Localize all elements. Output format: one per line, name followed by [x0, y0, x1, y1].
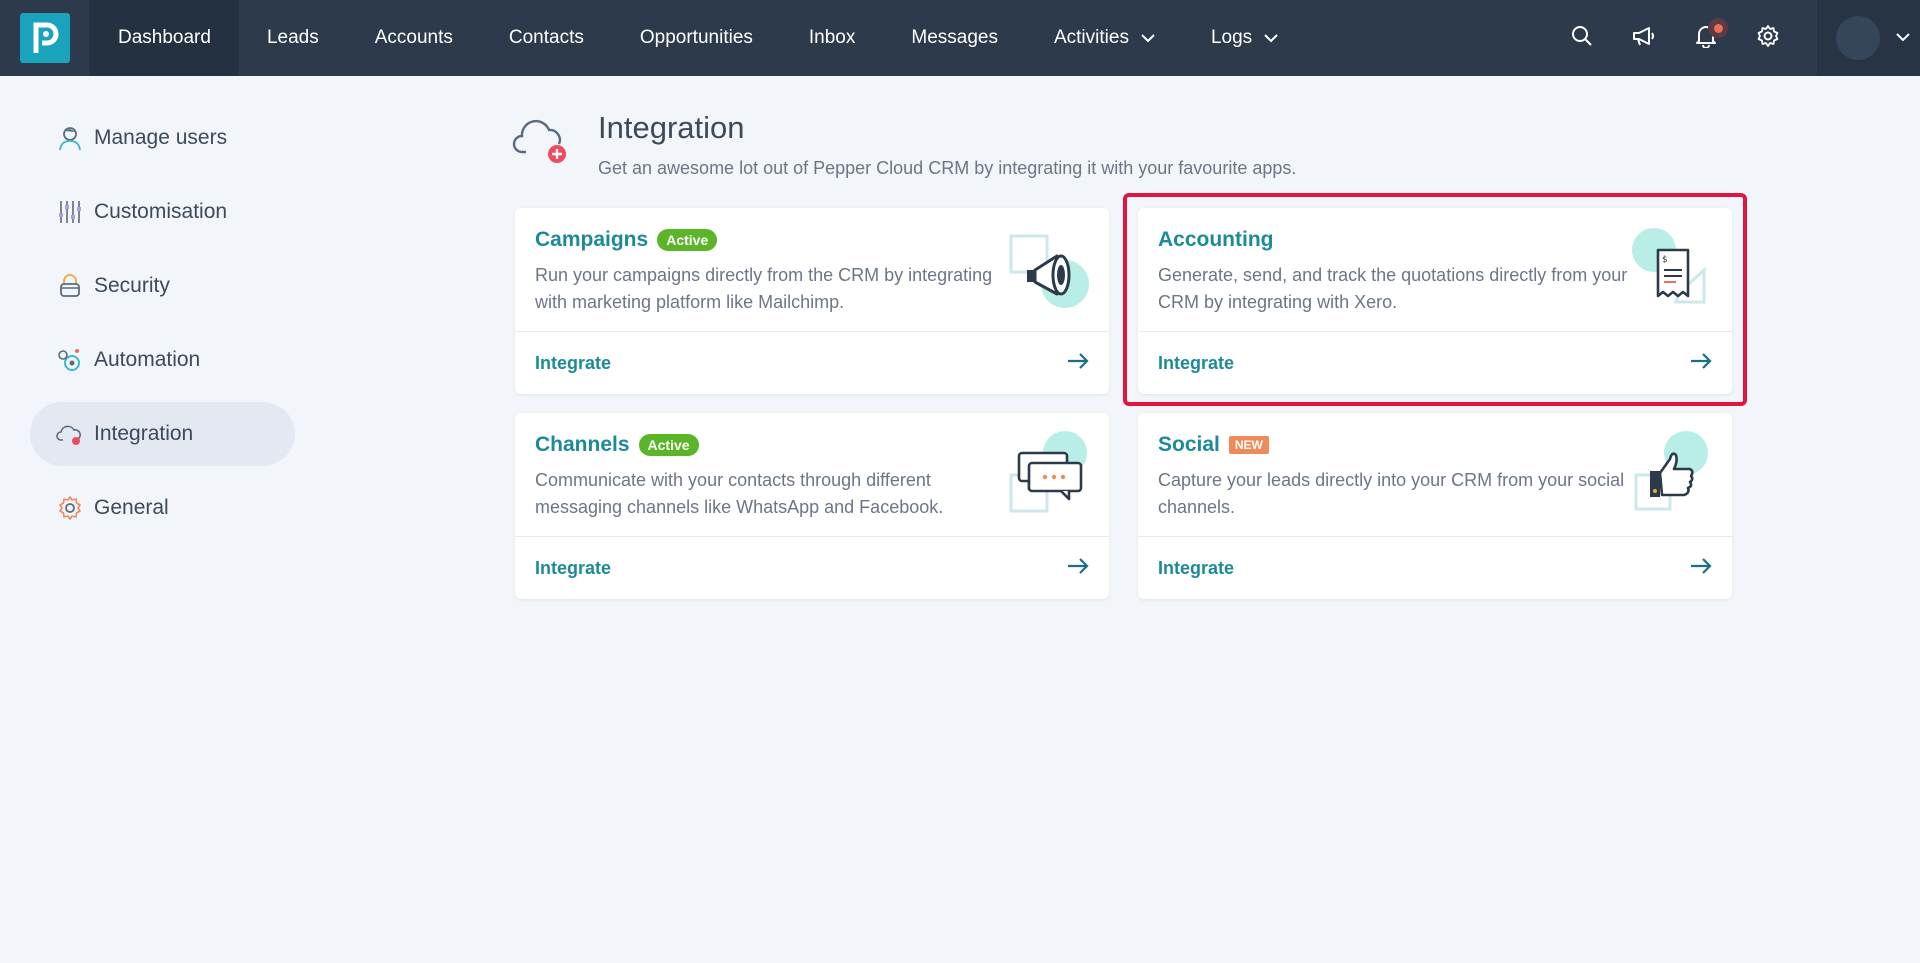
nav-activities-label: Activities — [1053, 27, 1129, 48]
chevron-down-icon — [1264, 33, 1278, 43]
arrow-right-icon — [1067, 352, 1089, 374]
integrate-button[interactable]: Integrate — [1138, 537, 1732, 599]
automation-icon — [56, 346, 84, 374]
megaphone-icon — [1631, 25, 1657, 52]
nav-actions — [1551, 0, 1920, 76]
nav-messages-label: Messages — [911, 27, 998, 48]
sidebar-item-label: Manage users — [94, 126, 228, 149]
sidebar-item-label: Automation — [94, 348, 201, 371]
user-menu[interactable] — [1817, 0, 1920, 76]
card-description: Run your campaigns directly from the CRM… — [535, 265, 993, 312]
page-header: Integration Get an awesome lot out of Pe… — [512, 108, 1296, 179]
cloud-icon — [56, 420, 84, 448]
sidebar-item-automation[interactable]: Automation — [30, 328, 295, 392]
integrate-link[interactable]: Integrate — [535, 558, 611, 579]
card-title: Campaigns — [535, 228, 649, 251]
nav-logs-label: Logs — [1210, 27, 1253, 48]
settings-button[interactable] — [1737, 0, 1799, 76]
nav-inbox-label: Inbox — [808, 27, 856, 48]
sidebar-item-general[interactable]: General — [30, 476, 295, 540]
sidebar-item-label: General — [94, 496, 169, 519]
thumbs-up-icon — [1632, 431, 1712, 523]
chevron-down-icon — [1896, 29, 1910, 47]
nav-activities[interactable]: Activities — [1026, 0, 1183, 76]
integration-card-channels: Channels Active Communicate with your co… — [515, 413, 1109, 599]
nav-accounts[interactable]: Accounts — [347, 0, 481, 76]
sidebar-item-label: Security — [94, 274, 170, 297]
integrate-button[interactable]: Integrate — [515, 537, 1109, 599]
pepper-logo-icon — [19, 13, 70, 63]
gear-icon — [1756, 24, 1780, 53]
settings-sidebar: Manage users Customisation Security Auto… — [30, 106, 295, 550]
integrate-button[interactable]: Integrate — [515, 332, 1109, 394]
integration-card-social: Social NEW Capture your leads directly i… — [1138, 413, 1732, 599]
sliders-icon — [56, 198, 84, 226]
notifications-button[interactable] — [1675, 0, 1737, 76]
card-description: Communicate with your contacts through d… — [535, 470, 944, 517]
page-title: Integration — [598, 110, 745, 145]
nav-opportunities-label: Opportunities — [639, 27, 753, 48]
page-subtitle: Get an awesome lot out of Pepper Cloud C… — [598, 158, 1297, 178]
announcements-button[interactable] — [1613, 0, 1675, 76]
search-button[interactable] — [1551, 0, 1613, 76]
arrow-right-icon — [1067, 557, 1089, 579]
integration-card-campaigns: Campaigns Active Run your campaigns dire… — [515, 208, 1109, 394]
search-icon — [1571, 25, 1593, 52]
sidebar-item-customisation[interactable]: Customisation — [30, 180, 295, 244]
gear-icon — [56, 494, 84, 522]
card-body: Campaigns Active Run your campaigns dire… — [515, 208, 1109, 332]
card-body: Channels Active Communicate with your co… — [515, 413, 1109, 537]
card-title: Social — [1158, 433, 1220, 456]
status-badge: Active — [638, 434, 699, 456]
integrate-link[interactable]: Integrate — [535, 353, 611, 374]
arrow-right-icon — [1690, 557, 1712, 579]
chevron-down-icon — [1141, 33, 1155, 43]
nav-leads[interactable]: Leads — [239, 0, 347, 76]
lock-icon — [56, 272, 84, 300]
user-icon — [56, 124, 84, 152]
card-title: Channels — [535, 433, 630, 456]
notification-dot — [1708, 18, 1728, 38]
cloud-add-icon — [512, 108, 574, 170]
nav-inbox[interactable]: Inbox — [781, 0, 883, 76]
nav-dashboard-label: Dashboard — [118, 27, 211, 48]
integrate-link[interactable]: Integrate — [1158, 558, 1234, 579]
nav-logs[interactable]: Logs — [1183, 0, 1306, 76]
main-nav: Dashboard Leads Accounts Contacts Opport… — [90, 0, 1306, 76]
status-badge: Active — [657, 229, 718, 251]
megaphone-icon — [1009, 226, 1089, 318]
highlight-box — [1123, 193, 1747, 406]
card-body: Social NEW Capture your leads directly i… — [1138, 413, 1732, 537]
nav-opportunities[interactable]: Opportunities — [612, 0, 781, 76]
sidebar-item-label: Customisation — [94, 200, 228, 223]
nav-accounts-label: Accounts — [374, 27, 453, 48]
top-navbar: Dashboard Leads Accounts Contacts Opport… — [0, 0, 1920, 76]
avatar — [1836, 16, 1880, 60]
chat-bubbles-icon — [1009, 431, 1089, 523]
nav-messages[interactable]: Messages — [883, 0, 1026, 76]
nav-contacts[interactable]: Contacts — [481, 0, 612, 76]
sidebar-item-manage-users[interactable]: Manage users — [30, 106, 295, 170]
nav-leads-label: Leads — [266, 27, 319, 48]
sidebar-item-security[interactable]: Security — [30, 254, 295, 318]
nav-dashboard[interactable]: Dashboard — [90, 0, 239, 76]
card-description: Capture your leads directly into your CR… — [1158, 470, 1625, 517]
nav-contacts-label: Contacts — [508, 27, 584, 48]
logo-container[interactable] — [0, 0, 90, 76]
sidebar-item-integration[interactable]: Integration — [30, 402, 295, 466]
sidebar-item-label: Integration — [94, 422, 194, 445]
new-badge: NEW — [1228, 436, 1269, 454]
